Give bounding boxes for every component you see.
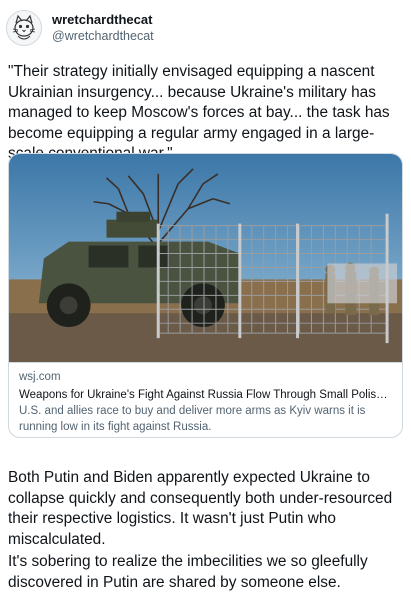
link-card[interactable]: wsj.com Weapons for Ukraine's Fight Agai… xyxy=(8,153,403,438)
avatar[interactable] xyxy=(6,10,42,46)
card-meta: wsj.com Weapons for Ukraine's Fight Agai… xyxy=(9,363,402,435)
card-domain: wsj.com xyxy=(19,371,61,383)
armored-humvee-at-border-fence-photo xyxy=(9,154,402,363)
tweet-header: wretchardthecat @wretchardthecat xyxy=(6,8,154,48)
tweet-text: "Their strategy initially envisaged equi… xyxy=(8,63,390,162)
reply-text-2: It's sobering to realize the imbecilitie… xyxy=(8,553,368,591)
reply-text-1: Both Putin and Biden apparently expected… xyxy=(8,469,393,548)
card-description: U.S. and allies race to buy and deliver … xyxy=(19,405,366,433)
user-handle[interactable]: @wretchardthecat xyxy=(52,28,154,44)
cat-sketch-avatar-icon xyxy=(7,11,41,45)
user-names: wretchardthecat @wretchardthecat xyxy=(52,12,154,44)
display-name[interactable]: wretchardthecat xyxy=(52,12,154,28)
card-title[interactable]: Weapons for Ukraine's Fight Against Russ… xyxy=(19,387,392,403)
